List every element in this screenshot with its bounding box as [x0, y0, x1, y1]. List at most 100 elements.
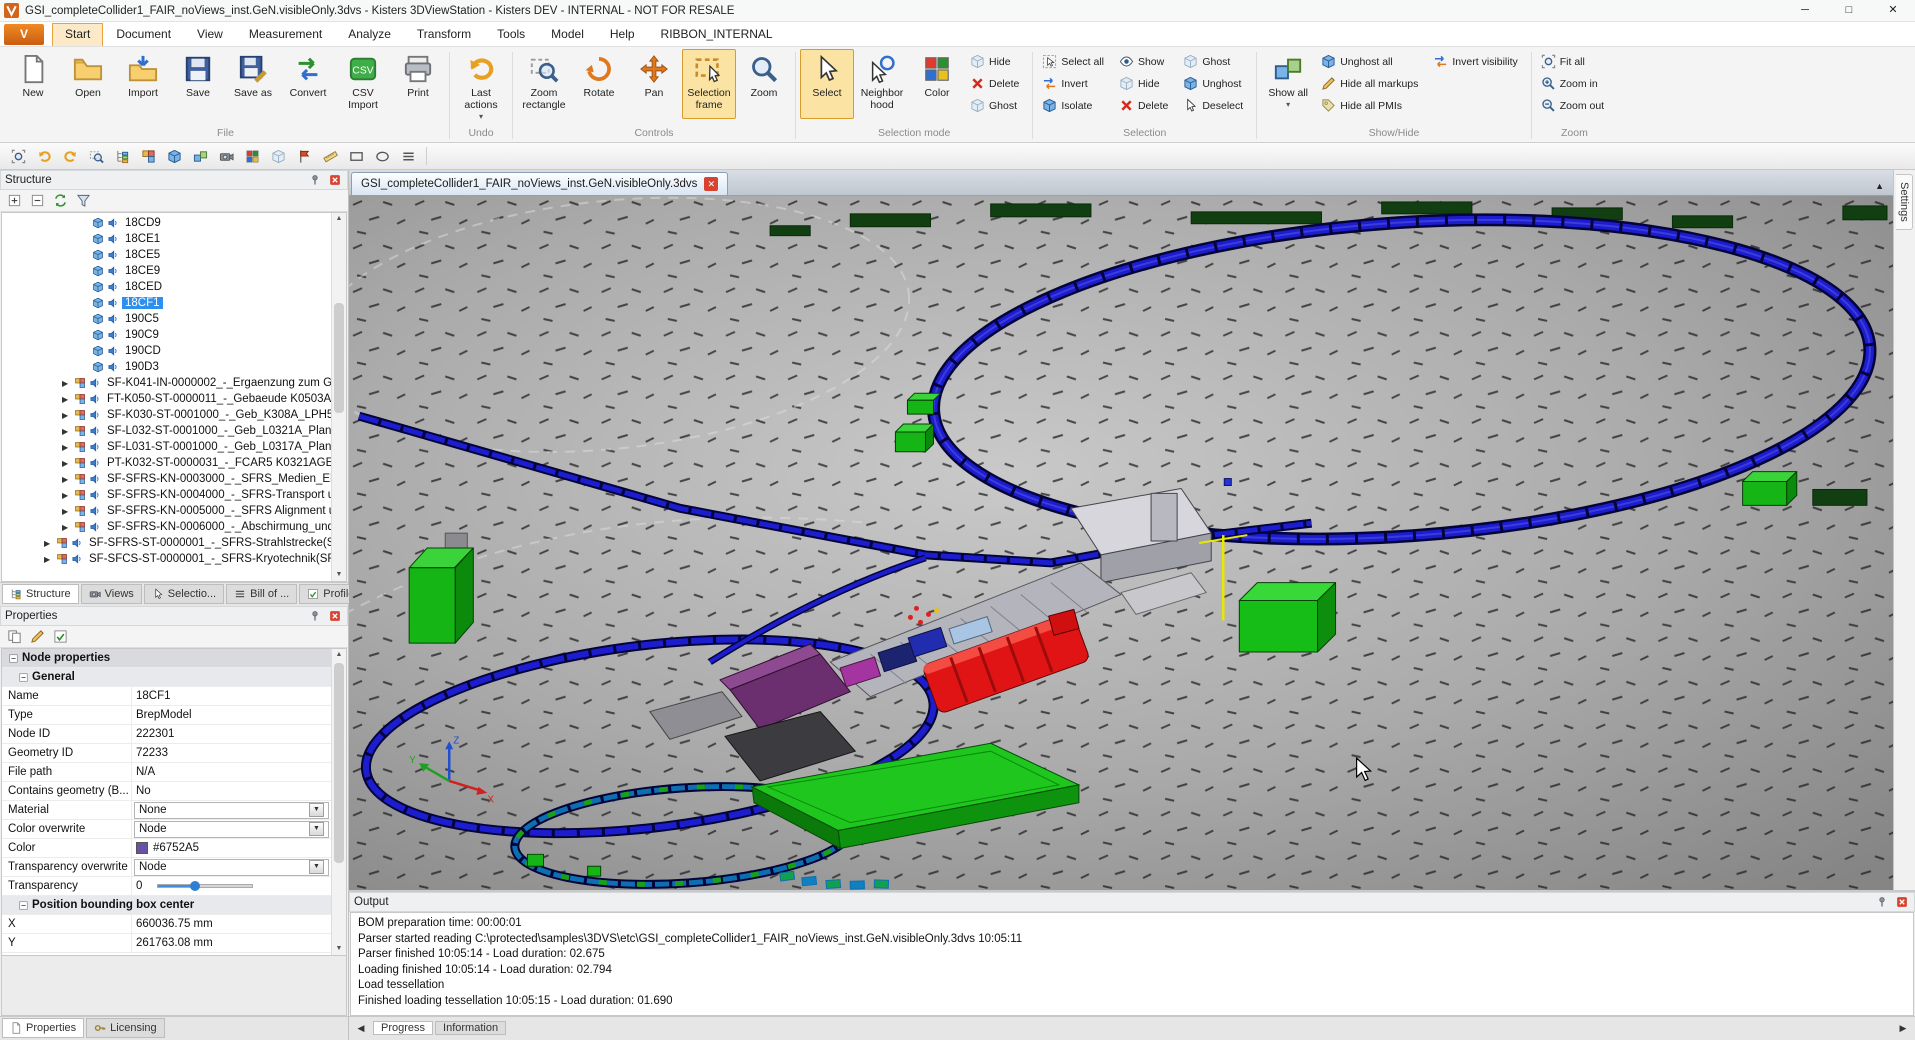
expander-icon[interactable]: ▶: [62, 475, 71, 484]
visibility-icon[interactable]: [89, 409, 101, 421]
visibility-icon[interactable]: [89, 473, 101, 485]
zoom-button[interactable]: Zoom: [737, 49, 791, 119]
visibility-icon[interactable]: [89, 489, 101, 501]
color-button[interactable]: Color: [910, 49, 964, 119]
expander-icon[interactable]: ▶: [44, 539, 53, 548]
property-row[interactable]: Contains geometry (B... No ▼: [2, 782, 331, 801]
visibility-icon[interactable]: [107, 265, 119, 277]
visibility-icon[interactable]: [107, 233, 119, 245]
new-button[interactable]: New: [6, 49, 60, 119]
tree-item[interactable]: ▶ FT-K050-ST-0000011_-_Gebaeude K0503A H…: [2, 391, 331, 407]
filter-icon[interactable]: [73, 192, 93, 210]
close-document-icon[interactable]: ✕: [704, 177, 718, 191]
tab-analyze[interactable]: Analyze: [335, 23, 404, 46]
scroll-up-icon[interactable]: ▲: [332, 649, 346, 661]
property-value[interactable]: 222301 ▼: [132, 725, 331, 743]
tab-structure[interactable]: Structure: [2, 584, 79, 604]
properties-scrollbar[interactable]: ▲ ▼: [331, 649, 346, 955]
select-all-button[interactable]: Select all: [1037, 51, 1113, 72]
measure-icon[interactable]: [318, 145, 342, 167]
visibility-icon[interactable]: [71, 553, 83, 565]
scroll-up-icon[interactable]: ▲: [332, 213, 346, 225]
visibility-icon[interactable]: [89, 393, 101, 405]
tree-item[interactable]: ▶ SF-SFRS-KN-0006000_-_Abschirmung_und_S…: [2, 519, 331, 535]
property-row[interactable]: Color overwrite Node ▼: [2, 820, 331, 839]
expander-icon[interactable]: ▶: [62, 459, 71, 468]
visibility-icon[interactable]: [71, 537, 83, 549]
close-button[interactable]: ✕: [1871, 0, 1915, 21]
property-row[interactable]: Type BrepModel ▼: [2, 706, 331, 725]
scroll-down-icon[interactable]: ▼: [332, 569, 346, 581]
property-value[interactable]: Node ▼: [134, 859, 329, 876]
menu-icon[interactable]: [396, 145, 420, 167]
invert-visibility-button[interactable]: Invert visibility: [1428, 51, 1526, 72]
close-panel-icon[interactable]: [326, 173, 343, 188]
collapse-icon[interactable]: [18, 900, 29, 911]
copy-properties-icon[interactable]: [4, 628, 24, 646]
tab-measurement[interactable]: Measurement: [236, 23, 335, 46]
property-value[interactable]: #6752A5 ▼: [132, 839, 331, 857]
visibility-icon[interactable]: [89, 457, 101, 469]
property-value[interactable]: Node ▼: [134, 821, 329, 838]
close-panel-icon[interactable]: [326, 609, 343, 624]
expander-icon[interactable]: ▶: [62, 411, 71, 420]
rotate-button[interactable]: Rotate: [572, 49, 626, 119]
isolate-icon[interactable]: [266, 145, 290, 167]
zoom-out-button[interactable]: Zoom out: [1536, 95, 1613, 116]
structure-scrollbar[interactable]: ▲ ▼: [331, 213, 346, 581]
tree-item[interactable]: ▶ SF-K030-ST-0001000_-_Geb_K308A_LPH5-3_…: [2, 407, 331, 423]
ghost-mode-button[interactable]: Ghost: [965, 95, 1028, 116]
application-menu-button[interactable]: V: [4, 24, 44, 45]
undo-icon[interactable]: [32, 145, 56, 167]
scroll-down-icon[interactable]: ▼: [332, 943, 346, 955]
expander-icon[interactable]: ▶: [62, 443, 71, 452]
tree-item[interactable]: ▶ 18CF1: [2, 295, 331, 311]
tab-document[interactable]: Document: [103, 23, 184, 46]
pin-icon[interactable]: [306, 173, 323, 188]
visibility-icon[interactable]: [89, 441, 101, 453]
property-row[interactable]: Y 261763.08 mm ▼: [2, 934, 331, 953]
property-value[interactable]: No ▼: [132, 782, 331, 800]
last-actions-button[interactable]: Last actions▾: [454, 49, 508, 123]
tree-item[interactable]: ▶ SF-SFRS-KN-0003000_-_SFRS_Medien_Elekt…: [2, 471, 331, 487]
selection-frame-button[interactable]: Selection frame: [682, 49, 736, 119]
tab-model[interactable]: Model: [538, 23, 597, 46]
scroll-thumb[interactable]: [334, 303, 344, 413]
tree-item[interactable]: ▶ 190C5: [2, 311, 331, 327]
zoom-rectangle-button[interactable]: Zoom rectangle: [517, 49, 571, 119]
tab-progress[interactable]: Progress: [373, 1021, 433, 1035]
scroll-tabs-left-icon[interactable]: ◀: [351, 1019, 371, 1037]
tree-item[interactable]: ▶ SF-SFRS-KN-0005000_-_SFRS Alignment un…: [2, 503, 331, 519]
ghost-button[interactable]: Ghost: [1178, 51, 1252, 72]
property-row[interactable]: Transparency 0 ▼: [2, 877, 331, 896]
show-all-icon[interactable]: [188, 145, 212, 167]
structure-tree-icon[interactable]: [110, 145, 134, 167]
property-row[interactable]: Color #6752A5 ▼: [2, 839, 331, 858]
tab-information[interactable]: Information: [435, 1021, 506, 1035]
expander-icon[interactable]: ▶: [62, 491, 71, 500]
save-button[interactable]: Save: [171, 49, 225, 119]
redo-icon[interactable]: [58, 145, 82, 167]
collapse-icon[interactable]: [8, 653, 19, 664]
property-value[interactable]: None ▼: [134, 802, 329, 819]
pin-icon[interactable]: [306, 609, 323, 624]
show-node-icon[interactable]: [162, 145, 186, 167]
transparency-slider[interactable]: [157, 884, 253, 888]
visibility-icon[interactable]: [89, 521, 101, 533]
edit-properties-icon[interactable]: [27, 628, 47, 646]
close-panel-icon[interactable]: [1893, 895, 1910, 910]
neighborhood-button[interactable]: Neighbor hood: [855, 49, 909, 119]
expander-icon[interactable]: ▶: [62, 395, 71, 404]
tree-item[interactable]: ▶ 18CE9: [2, 263, 331, 279]
visibility-icon[interactable]: [89, 425, 101, 437]
tab-ribbon-internal[interactable]: RIBBON_INTERNAL: [648, 23, 786, 46]
tab-bill-of-material[interactable]: Bill of ...: [226, 584, 297, 604]
visibility-icon[interactable]: [107, 297, 119, 309]
property-row[interactable]: Node ID 222301 ▼: [2, 725, 331, 744]
unghost-button[interactable]: Unghost: [1178, 73, 1252, 94]
property-value[interactable]: 660036.75 mm ▼: [132, 915, 331, 933]
select-button[interactable]: Select: [800, 49, 854, 119]
visibility-icon[interactable]: [107, 361, 119, 373]
property-row[interactable]: Position bounding box center ▼: [2, 896, 331, 915]
expander-icon[interactable]: ▶: [62, 523, 71, 532]
